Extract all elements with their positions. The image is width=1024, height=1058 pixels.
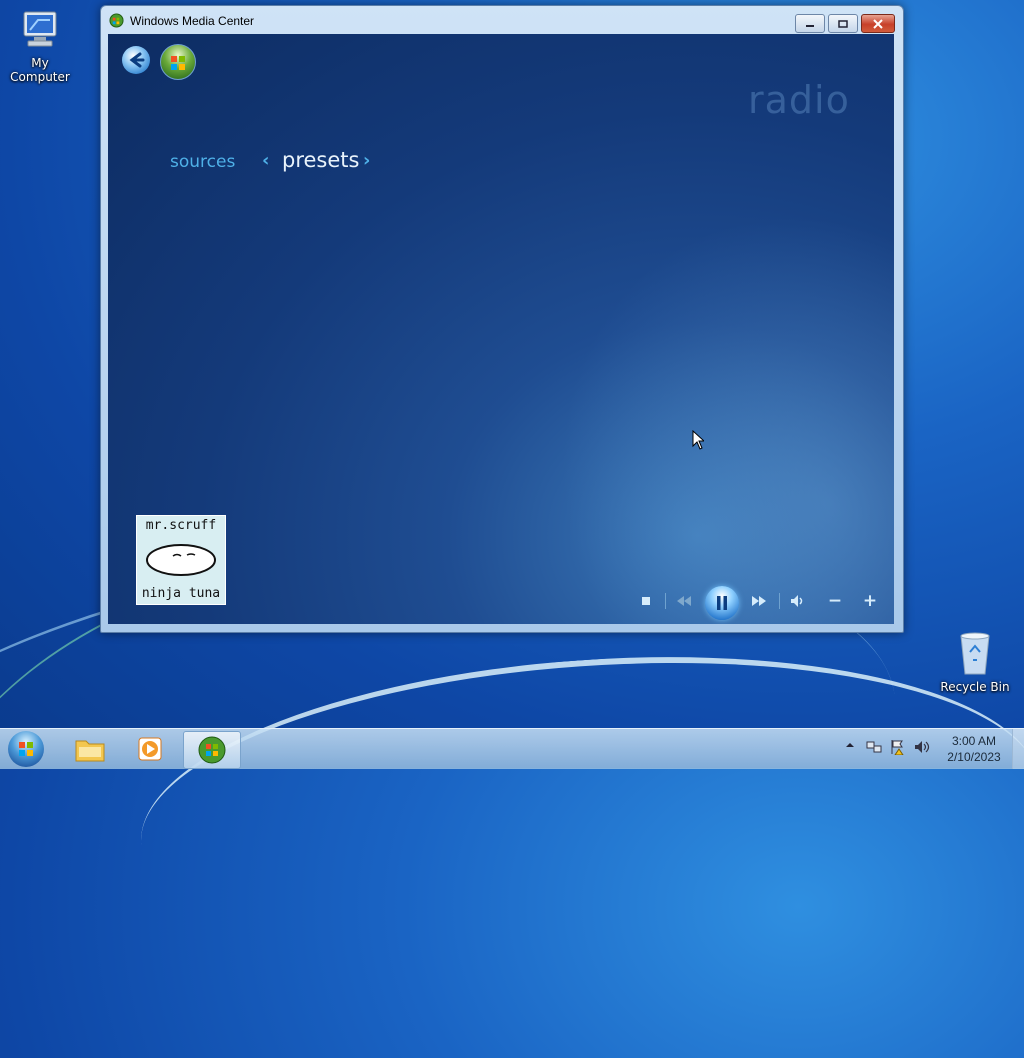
chevron-right-icon[interactable]: ›: [363, 150, 370, 171]
nav-sources[interactable]: sources: [170, 152, 235, 172]
wallpaper-swoosh: [130, 628, 1024, 998]
media-center-content: radio sources ‹ presets › mr.scruff ninj…: [108, 34, 894, 624]
computer-icon: [23, 11, 57, 47]
desktop-icon-label: Recycle Bin: [940, 680, 1010, 694]
media-center-start-button[interactable]: [160, 44, 196, 80]
background-glow: [393, 50, 894, 624]
chevron-up-icon: [846, 743, 854, 747]
album-art-illustration: [146, 544, 216, 576]
desktop-icon-label: My Computer: [10, 56, 70, 84]
clock-date: 2/10/2023: [947, 750, 1001, 764]
clock-time: 3:00 AM: [951, 734, 997, 748]
recycle-bin-icon: [960, 632, 990, 675]
media-player-icon: [138, 737, 162, 761]
media-center-window: Windows Media Center radio sources ‹ pre…: [100, 5, 904, 633]
volume-icon: [791, 595, 803, 607]
close-button[interactable]: [861, 14, 895, 33]
window-title: Windows Media Center: [130, 14, 255, 28]
close-icon: [873, 18, 883, 29]
show-hidden-icons-button[interactable]: [845, 739, 855, 754]
mouse-cursor-icon: [692, 430, 704, 450]
speaker-icon: [915, 741, 930, 753]
back-button[interactable]: [122, 46, 150, 74]
pause-button[interactable]: [705, 586, 739, 620]
mute-button[interactable]: [787, 590, 809, 612]
restore-button[interactable]: [828, 14, 858, 33]
media-center-icon: [109, 13, 124, 28]
pause-icon: [717, 596, 727, 610]
section-title: radio: [748, 78, 850, 122]
rewind-icon: [677, 596, 691, 606]
fast-forward-button[interactable]: [748, 590, 770, 612]
stop-icon: [642, 597, 650, 605]
back-arrow-icon: [129, 52, 145, 68]
window-titlebar[interactable]: Windows Media Center: [101, 6, 903, 36]
separator: [779, 593, 780, 609]
windows-logo-icon: [19, 742, 33, 756]
tray-network[interactable]: [866, 739, 882, 759]
tray-action-center[interactable]: [890, 739, 906, 759]
album-art-top-text: mr.scruff: [145, 518, 217, 533]
minimize-button[interactable]: [795, 14, 825, 33]
stop-button[interactable]: [635, 590, 657, 612]
minimize-icon: [806, 24, 814, 27]
taskbar: 3:00 AM 2/10/2023: [0, 728, 1024, 769]
album-art[interactable]: mr.scruff ninja tuna: [136, 515, 226, 605]
taskbar-media-player[interactable]: [122, 731, 178, 767]
desktop-icon-recycle-bin[interactable]: Recycle Bin: [935, 630, 1015, 694]
separator: [665, 593, 666, 609]
taskbar-explorer[interactable]: [62, 731, 118, 767]
show-desktop-button[interactable]: [1012, 729, 1024, 769]
restore-icon: [838, 19, 848, 28]
taskbar-clock[interactable]: 3:00 AM 2/10/2023: [936, 733, 1012, 765]
nav-presets[interactable]: presets: [282, 148, 359, 172]
action-center-flag-icon: [891, 740, 904, 756]
taskbar-media-center[interactable]: [183, 731, 241, 769]
folder-icon: [75, 740, 105, 762]
chevron-left-icon[interactable]: ‹: [262, 150, 269, 171]
network-icon: [866, 741, 882, 753]
volume-down-button[interactable]: −: [824, 590, 846, 612]
media-center-icon: [198, 736, 226, 764]
rewind-button[interactable]: [673, 590, 695, 612]
windows-logo-icon: [171, 56, 185, 70]
start-button[interactable]: [8, 731, 44, 767]
volume-up-button[interactable]: +: [859, 590, 881, 612]
desktop-icon-my-computer[interactable]: My Computer: [0, 8, 80, 84]
fast-forward-icon: [752, 596, 766, 606]
tray-volume[interactable]: [914, 739, 930, 759]
album-art-bottom-text: ninja tuna: [141, 586, 221, 601]
